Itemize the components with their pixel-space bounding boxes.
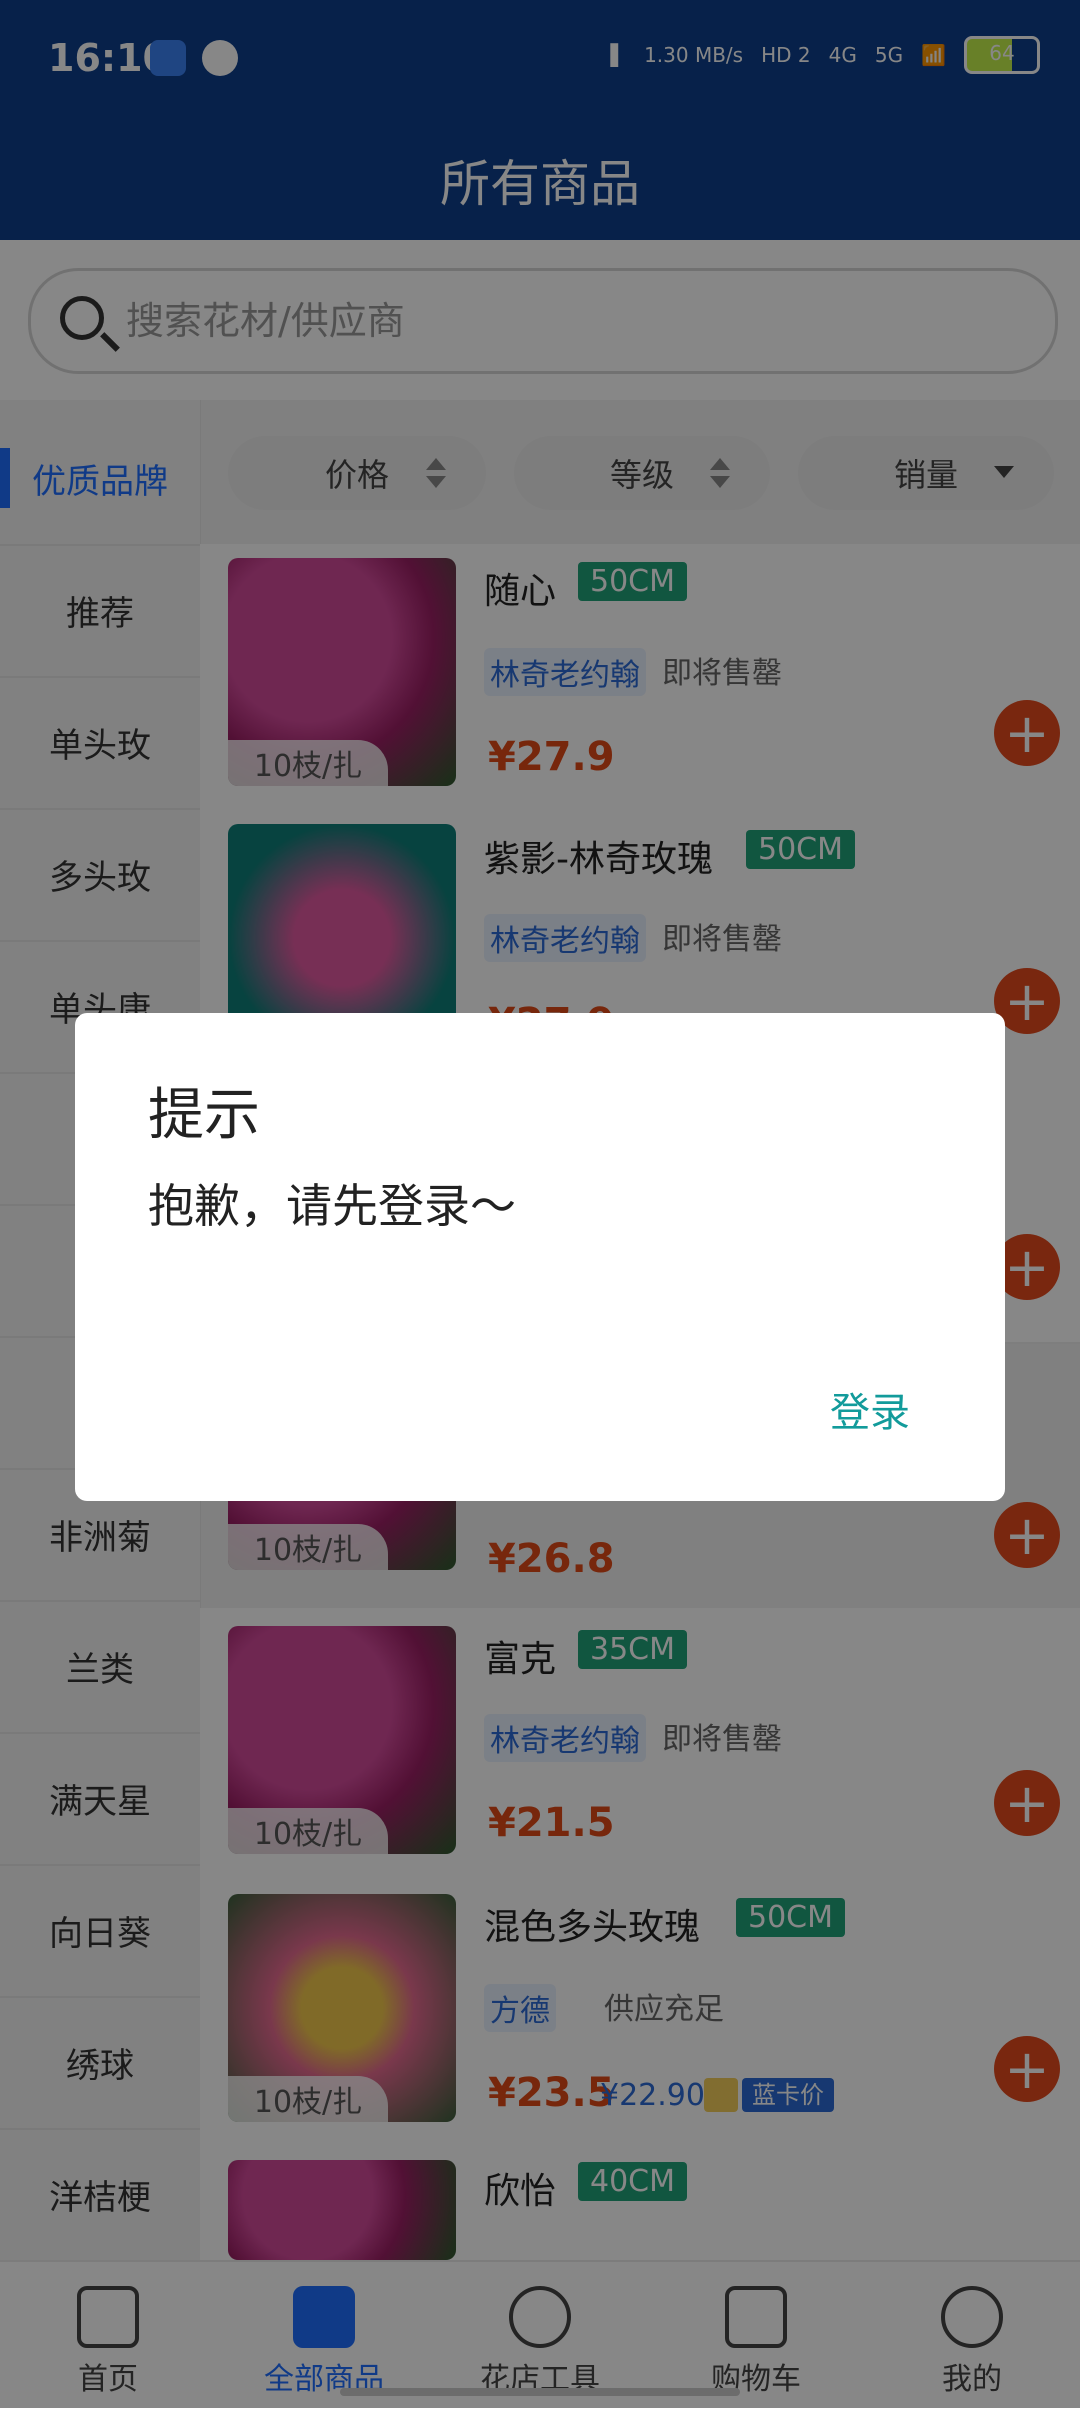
login-button[interactable]: 登录	[830, 1380, 910, 1438]
dialog-message: 抱歉，请先登录～	[148, 1179, 516, 1233]
dialog-title: 提示	[148, 1083, 260, 1148]
